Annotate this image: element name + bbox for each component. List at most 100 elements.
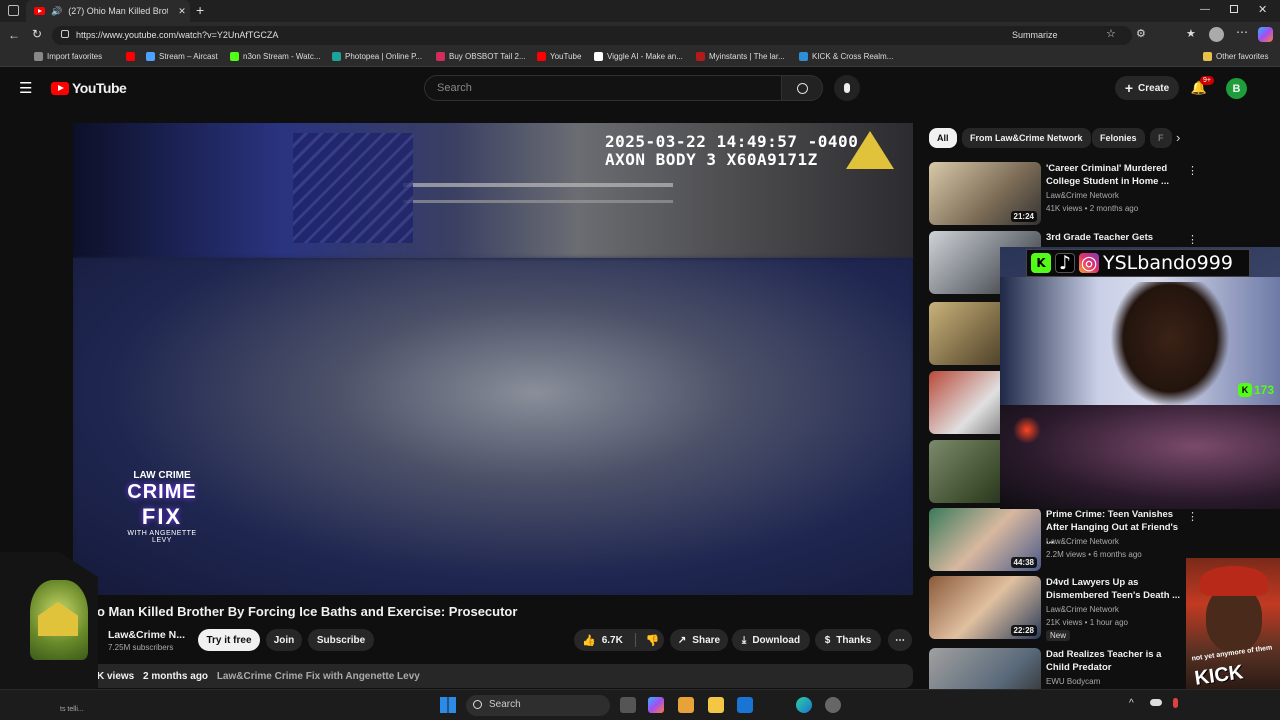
streamer-name-banner: K ♪ ◎ YSLbando999 [1026,249,1250,277]
video-thumbnail[interactable]: 44:38 [929,508,1041,571]
subscriber-count: 7.25M subscribers [108,643,174,652]
microphone-tray-icon[interactable] [1173,698,1178,708]
bookmark-item[interactable] [126,52,139,61]
join-button[interactable]: Join [266,629,302,651]
back-icon[interactable]: ← [8,28,20,42]
chip-all[interactable]: All [929,128,957,148]
profile-avatar[interactable] [1209,27,1224,42]
video-thumbnail[interactable]: 22:28 [929,576,1041,639]
video-duration: 44:38 [1010,557,1037,568]
windows-start-icon[interactable] [440,697,456,713]
thumbs-down-icon[interactable]: 👎 [646,634,660,647]
bookmark-favicon-icon [537,52,546,61]
restore-icon[interactable] [1230,5,1238,13]
subscribe-button[interactable]: Subscribe [308,629,374,651]
video-thumbnail[interactable]: 21:24 [929,162,1041,225]
task-view-icon[interactable] [620,697,636,713]
recommended-video-title[interactable]: 3rd Grade Teacher Gets [1046,231,1186,244]
minimize-icon[interactable]: — [1200,4,1210,15]
extensions-icon[interactable]: ⚙ [1136,27,1146,40]
youtube-favicon-icon [34,7,45,15]
recommended-channel-name[interactable]: EWU Bodycam [1046,677,1100,686]
other-favorites[interactable]: Other favorites [1203,52,1268,61]
share-icon: ↗ [677,634,687,646]
like-count[interactable]: 6.7K [602,635,623,646]
copilot-icon[interactable] [1258,27,1273,42]
create-button[interactable]: + Create [1115,76,1179,100]
bookmark-item[interactable]: KICK & Cross Realm... [799,52,893,61]
bookmark-item[interactable]: Viggle AI - Make an... [594,52,683,61]
video-player[interactable]: 2025-03-22 14:49:57 -0400 AXON BODY 3 X6… [73,123,913,595]
chip-felonies[interactable]: Felonies [1092,128,1145,148]
recommended-video[interactable]: 21:24 'Career Criminal' Murdered College … [929,162,1259,228]
star-icon[interactable]: ☆ [1106,27,1116,40]
file-explorer-icon[interactable] [708,697,724,713]
url-field[interactable]: https://www.youtube.com/watch?v=Y2UnAfTG… [52,26,1132,45]
copilot-taskbar-icon[interactable] [648,697,664,713]
refresh-icon[interactable]: ↻ [32,27,42,41]
video-options-icon[interactable]: ⋮ [1187,164,1198,177]
settings-icon[interactable] [825,697,841,713]
video-options-icon[interactable]: ⋮ [1187,510,1198,523]
chevron-right-icon[interactable]: › [1176,130,1180,145]
download-button[interactable]: ⤓ Download [732,629,810,651]
try-it-free-button[interactable]: Try it free [198,629,260,651]
close-window-icon[interactable]: ✕ [1258,3,1267,16]
thanks-icon: $ [824,634,831,646]
chip-more[interactable]: F [1150,128,1172,148]
account-avatar[interactable]: B [1226,78,1247,99]
tab-title: (27) Ohio Man Killed Brothe... [68,6,169,16]
bookmark-item[interactable]: Stream – Aircast [146,52,218,61]
instagram-icon: ◎ [1079,252,1099,274]
recommended-video-title[interactable]: D4vd Lawyers Up as Dismembered Teen's De… [1046,576,1186,602]
recommended-channel-name[interactable]: Law&Crime Network [1046,191,1119,200]
recommended-channel-name[interactable]: Law&Crime Network [1046,605,1119,614]
recommended-video-title[interactable]: Dad Realizes Teacher is a Child Predator [1046,648,1186,674]
store-icon[interactable] [678,697,694,713]
notification-badge: 9+ [1200,76,1214,85]
browser-tab-active[interactable]: 🔊 (27) Ohio Man Killed Brothe... ✕ [26,0,190,22]
axon-logo-icon [846,131,894,169]
bookmark-favicon-icon [146,52,155,61]
bookmark-item[interactable]: Buy OBSBOT Tail 2... [436,52,526,61]
video-options-icon[interactable]: ⋮ [1187,233,1198,246]
share-button[interactable]: ↗ Share [670,629,728,651]
recommended-channel-name[interactable]: Law&Crime Network [1046,537,1119,546]
hamburger-menu-icon[interactable]: ☰ [19,79,32,97]
bookmark-favicon-icon [332,52,341,61]
edge-icon[interactable] [796,697,812,713]
bookmark-item[interactable]: n3on Stream - Watc... [230,52,321,61]
taskbar-search[interactable]: Search [466,695,610,716]
playlist-link[interactable]: Law&Crime Crime Fix with Angenette Levy [217,671,420,682]
cloud-icon[interactable] [1150,699,1162,706]
search-button[interactable] [781,75,823,101]
youtube-logo[interactable]: YouTube [51,80,127,96]
chip-from-channel[interactable]: From Law&Crime Network [962,128,1091,148]
new-tab-icon[interactable]: + [196,2,204,18]
video-title: o Man Killed Brother By Forcing Ice Bath… [97,604,518,619]
bookmark-item[interactable]: Myinstants | The lar... [696,52,785,61]
more-menu-icon[interactable]: ⋯ [1236,25,1248,39]
more-actions-button[interactable]: ⋯ [888,629,912,651]
bookmark-item[interactable]: Import favorites [34,52,102,61]
recommended-video-title[interactable]: 'Career Criminal' Murdered College Stude… [1046,162,1186,188]
audio-icon[interactable]: 🔊 [51,6,62,17]
tab-actions-icon[interactable] [8,5,19,16]
notifications-button[interactable]: 🔔 9+ [1190,76,1214,97]
bookmark-item[interactable]: YouTube [537,52,581,61]
voice-search-button[interactable] [834,75,860,101]
thumbs-up-icon[interactable]: 👍 [582,634,596,647]
summarize-button[interactable]: Summarize [1012,30,1058,40]
channel-sticker-image [0,552,98,690]
outlook-icon[interactable] [737,697,753,713]
favorites-icon[interactable]: ★ [1186,27,1196,40]
close-tab-icon[interactable]: ✕ [178,6,186,17]
recommended-video-meta: 41K views • 2 months ago [1046,204,1139,213]
youtube-header: ☰ YouTube Search + Create 🔔 9+ B [0,67,1280,109]
description-box[interactable]: K views 2 months ago Law&Crime Crime Fix… [73,664,913,688]
thanks-button[interactable]: $ Thanks [815,629,881,651]
tray-chevron-icon[interactable]: ^ [1129,698,1134,709]
bookmark-item[interactable]: Photopea | Online P... [332,52,422,61]
search-input[interactable]: Search [424,75,782,101]
channel-name[interactable]: Law&Crime N... [108,629,185,641]
